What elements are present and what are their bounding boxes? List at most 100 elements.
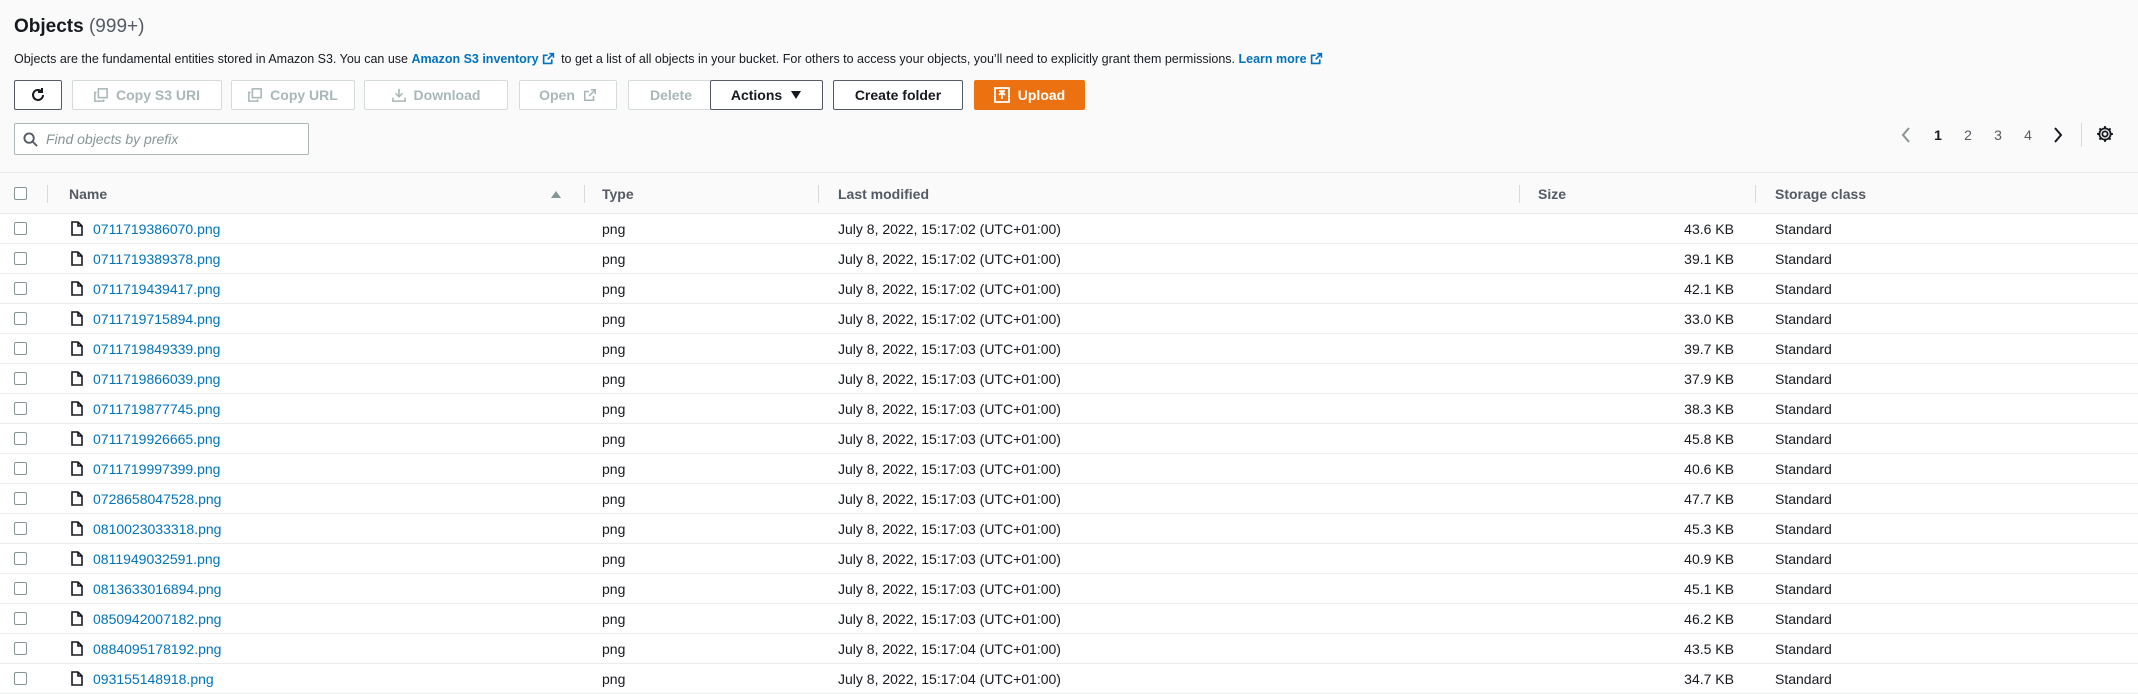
page-4[interactable]: 4 <box>2020 127 2036 143</box>
page-1[interactable]: 1 <box>1930 127 1946 143</box>
refresh-icon <box>32 88 44 101</box>
table-row[interactable]: 0711719926665.png png July 8, 2022, 15:1… <box>0 424 2138 454</box>
row-checkbox[interactable] <box>14 282 27 295</box>
row-checkbox[interactable] <box>14 642 27 655</box>
table-row[interactable]: 0711719389378.png png July 8, 2022, 15:1… <box>0 244 2138 274</box>
object-size: 34.7 KB <box>1684 671 1734 687</box>
row-checkbox[interactable] <box>14 522 27 535</box>
refresh-button[interactable] <box>14 80 62 110</box>
row-checkbox[interactable] <box>14 612 27 625</box>
object-type: png <box>602 551 626 567</box>
table-row[interactable]: 0711719715894.png png July 8, 2022, 15:1… <box>0 304 2138 334</box>
object-name-link[interactable]: 0711719877745.png <box>93 394 220 424</box>
object-name-link[interactable]: 0813633016894.png <box>93 574 221 604</box>
table-row[interactable]: 0813633016894.png png July 8, 2022, 15:1… <box>0 574 2138 604</box>
table-row[interactable]: 0711719997399.png png July 8, 2022, 15:1… <box>0 454 2138 484</box>
delete-button[interactable]: Delete <box>628 80 714 110</box>
table-row[interactable]: 093155148918.png png July 8, 2022, 15:17… <box>0 664 2138 694</box>
create-folder-button[interactable]: Create folder <box>833 80 963 110</box>
table-row[interactable]: 0810023033318.png png July 8, 2022, 15:1… <box>0 514 2138 544</box>
table-row[interactable]: 0711719849339.png png July 8, 2022, 15:1… <box>0 334 2138 364</box>
object-name-link[interactable]: 0711719386070.png <box>93 214 220 244</box>
object-name-link[interactable]: 0711719997399.png <box>93 454 220 484</box>
object-name-link[interactable]: 0711719926665.png <box>93 424 220 454</box>
download-button[interactable]: Download <box>364 80 508 110</box>
file-icon <box>71 281 83 296</box>
table-row[interactable]: 0728658047528.png png July 8, 2022, 15:1… <box>0 484 2138 514</box>
object-type: png <box>602 521 626 537</box>
sort-ascending-icon[interactable] <box>551 191 561 198</box>
column-header-last-modified[interactable]: Last modified <box>838 173 929 215</box>
row-checkbox[interactable] <box>14 342 27 355</box>
object-storage-class: Standard <box>1775 221 1832 237</box>
column-header-size[interactable]: Size <box>1538 173 1566 215</box>
object-name-link[interactable]: 0711719866039.png <box>93 364 220 394</box>
table-row[interactable]: 0884095178192.png png July 8, 2022, 15:1… <box>0 634 2138 664</box>
column-divider <box>584 185 585 203</box>
copy-s3-uri-button[interactable]: Copy S3 URI <box>72 80 222 110</box>
upload-icon <box>993 87 1010 103</box>
object-storage-class: Standard <box>1775 371 1832 387</box>
file-icon <box>71 461 83 476</box>
inventory-link[interactable]: Amazon S3 inventory <box>411 52 538 66</box>
table-row[interactable]: 0711719877745.png png July 8, 2022, 15:1… <box>0 394 2138 424</box>
object-name-link[interactable]: 0850942007182.png <box>93 604 221 634</box>
row-checkbox[interactable] <box>14 252 27 265</box>
external-link-icon <box>1310 52 1322 65</box>
column-header-type[interactable]: Type <box>602 173 634 215</box>
row-checkbox[interactable] <box>14 432 27 445</box>
row-checkbox[interactable] <box>14 372 27 385</box>
object-name-link[interactable]: 093155148918.png <box>93 664 214 694</box>
object-storage-class: Standard <box>1775 551 1832 567</box>
gear-icon[interactable] <box>2096 125 2114 143</box>
table-row[interactable]: 0711719386070.png png July 8, 2022, 15:1… <box>0 214 2138 244</box>
object-name-link[interactable]: 0728658047528.png <box>93 484 221 514</box>
column-divider <box>818 185 819 203</box>
object-name-link[interactable]: 0711719849339.png <box>93 334 220 364</box>
file-icon <box>71 671 83 686</box>
file-icon <box>71 221 83 236</box>
chevron-left-icon[interactable] <box>1900 125 1912 145</box>
learn-more-link[interactable]: Learn more <box>1238 52 1306 66</box>
row-checkbox[interactable] <box>14 312 27 325</box>
copy-icon <box>94 88 108 102</box>
select-all-checkbox[interactable] <box>14 187 27 200</box>
open-button[interactable]: Open <box>519 80 617 110</box>
object-type: png <box>602 641 626 657</box>
row-checkbox[interactable] <box>14 402 27 415</box>
actions-dropdown[interactable]: Actions <box>710 80 823 110</box>
table-row[interactable]: 0850942007182.png png July 8, 2022, 15:1… <box>0 604 2138 634</box>
column-header-storage-class[interactable]: Storage class <box>1775 173 1866 215</box>
page-2[interactable]: 2 <box>1960 127 1976 143</box>
search-input[interactable] <box>46 131 296 147</box>
row-checkbox[interactable] <box>14 222 27 235</box>
search-box[interactable] <box>14 123 309 155</box>
object-name-link[interactable]: 0711719715894.png <box>93 304 220 334</box>
table-row[interactable]: 0711719866039.png png July 8, 2022, 15:1… <box>0 364 2138 394</box>
object-last-modified: July 8, 2022, 15:17:03 (UTC+01:00) <box>838 491 1061 507</box>
object-type: png <box>602 311 626 327</box>
page-3[interactable]: 3 <box>1990 127 2006 143</box>
object-size: 45.8 KB <box>1684 431 1734 447</box>
row-checkbox[interactable] <box>14 672 27 685</box>
row-checkbox[interactable] <box>14 492 27 505</box>
object-name-link[interactable]: 0711719389378.png <box>93 244 220 274</box>
copy-url-button[interactable]: Copy URL <box>231 80 355 110</box>
object-storage-class: Standard <box>1775 401 1832 417</box>
object-name-link[interactable]: 0811949032591.png <box>93 544 220 574</box>
chevron-right-icon[interactable] <box>2052 125 2064 145</box>
object-name-link[interactable]: 0884095178192.png <box>93 634 221 664</box>
create-folder-label: Create folder <box>854 87 942 103</box>
object-last-modified: July 8, 2022, 15:17:02 (UTC+01:00) <box>838 311 1061 327</box>
object-type: png <box>602 431 626 447</box>
table-row[interactable]: 0811949032591.png png July 8, 2022, 15:1… <box>0 544 2138 574</box>
object-name-link[interactable]: 0711719439417.png <box>93 274 220 304</box>
row-checkbox[interactable] <box>14 462 27 475</box>
learn-more-label: Learn more <box>1238 52 1307 66</box>
upload-button[interactable]: Upload <box>974 80 1085 110</box>
object-name-link[interactable]: 0810023033318.png <box>93 514 221 544</box>
table-row[interactable]: 0711719439417.png png July 8, 2022, 15:1… <box>0 274 2138 304</box>
column-header-name[interactable]: Name <box>69 173 107 215</box>
row-checkbox[interactable] <box>14 552 27 565</box>
row-checkbox[interactable] <box>14 582 27 595</box>
